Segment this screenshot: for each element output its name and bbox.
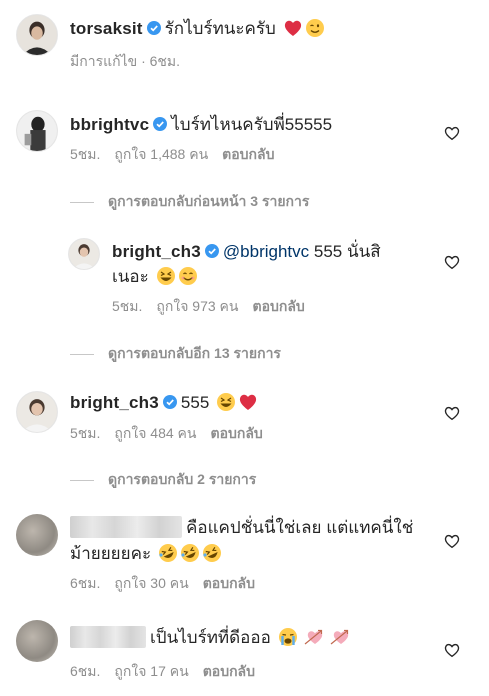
view-replies-label: ดูการตอบกลับ 2 รายการ xyxy=(108,471,257,487)
grinning-squinting-face-emoji xyxy=(156,266,176,286)
heart-outline-icon[interactable] xyxy=(443,124,461,142)
verified-badge-icon xyxy=(146,21,161,35)
loudly-crying-face-emoji xyxy=(278,627,298,647)
divider-line xyxy=(70,479,94,481)
comment-username[interactable]: bbrightvc xyxy=(70,115,149,134)
verified-badge-icon xyxy=(204,244,219,258)
comment-likes[interactable]: ถูกใจ 1,488 คน xyxy=(114,146,208,162)
verified-badge-icon xyxy=(153,117,168,131)
avatar[interactable] xyxy=(16,514,58,556)
post-caption: torsaksit รักไบร์ทนะครับ xyxy=(70,17,325,41)
comment-text: 555 xyxy=(180,393,210,412)
comment-text: ม้ายยยยคะ xyxy=(70,544,152,563)
red-heart-emoji xyxy=(238,392,258,412)
reply-text-line2: เนอะ xyxy=(112,265,198,289)
blurred-username xyxy=(70,516,182,538)
comment-meta: 6ชม. ถูกใจ 30 คน ตอบกลับ xyxy=(70,574,255,592)
avatar[interactable] xyxy=(16,14,58,56)
avatar[interactable] xyxy=(68,238,100,270)
view-more-label: ดูการตอบกลับอีก 13 รายการ xyxy=(108,345,281,361)
comment-bbrightvc: bbrightvc ไบร์ทไหนครับพี่55555 xyxy=(70,113,332,137)
heart-outline-icon[interactable] xyxy=(443,641,461,659)
divider-line xyxy=(70,353,94,355)
grinning-squinting-face-emoji xyxy=(216,392,236,412)
comment-meta: 5ชม. ถูกใจ 484 คน ตอบกลับ xyxy=(70,424,263,442)
rolling-on-floor-laughing-emoji xyxy=(202,543,222,563)
comment-meta: 6ชม. ถูกใจ 17 คน ตอบกลับ xyxy=(70,662,255,680)
reply-button[interactable]: ตอบกลับ xyxy=(222,146,274,162)
red-heart-emoji xyxy=(283,18,303,38)
view-replies-button[interactable]: ดูการตอบกลับ 2 รายการ xyxy=(70,470,256,488)
post-meta: มีการแก้ไข · 6ชม. xyxy=(70,53,181,69)
comment-time: 5ชม. xyxy=(112,298,143,314)
comment-likes[interactable]: ถูกใจ 973 คน xyxy=(156,298,238,314)
heart-outline-icon[interactable] xyxy=(443,532,461,550)
reply-button[interactable]: ตอบกลับ xyxy=(203,575,255,591)
comment-meta: 5ชม. ถูกใจ 1,488 คน ตอบกลับ xyxy=(70,145,275,163)
comment-time: 5ชม. xyxy=(70,146,101,162)
comment-meta: 5ชม. ถูกใจ 973 คน ตอบกลับ xyxy=(112,297,305,315)
reply-button[interactable]: ตอบกลับ xyxy=(203,663,255,679)
comment-username[interactable]: bright_ch3 xyxy=(112,242,201,261)
view-more-replies-button[interactable]: ดูการตอบกลับอีก 13 รายการ xyxy=(70,344,281,362)
verified-badge-icon xyxy=(162,395,177,409)
comment-time: 6ชม. xyxy=(70,663,101,679)
comment-text: คือแคปชั่นนี่ใช่เลย แต่แทคนี่ใช่ xyxy=(186,516,413,540)
comment-time: 6ชม. xyxy=(70,575,101,591)
comment-bright-ch3: bright_ch3 555 xyxy=(70,391,258,415)
rolling-on-floor-laughing-emoji xyxy=(158,543,178,563)
comment-time: 5ชม. xyxy=(70,425,101,441)
reply-bright-ch3: bright_ch3 @bbrightvc 555 นั่นสิ xyxy=(112,240,381,264)
blurred-username xyxy=(70,626,146,648)
view-previous-label: ดูการตอบกลับก่อนหน้า 3 รายการ xyxy=(108,193,310,209)
reply-button[interactable]: ตอบกลับ xyxy=(252,298,304,314)
comment-likes[interactable]: ถูกใจ 30 คน xyxy=(114,575,188,591)
heart-outline-icon[interactable] xyxy=(443,253,461,271)
comment-text-line2: ม้ายยยยคะ xyxy=(70,542,222,566)
avatar[interactable] xyxy=(16,391,58,433)
comment-text: เป็นไบร์ทที่ดีอออ xyxy=(150,626,350,650)
avatar[interactable] xyxy=(16,110,58,152)
comment-text-line1: เป็นไบร์ทที่ดีอออ xyxy=(150,628,271,647)
comment-text: 555 นั่นสิ xyxy=(309,242,381,261)
comment-text: ไบร์ทไหนครับพี่55555 xyxy=(171,115,333,134)
heart-with-arrow-emoji xyxy=(330,627,350,647)
winking-face-emoji xyxy=(305,18,325,38)
divider-line xyxy=(70,201,94,203)
comment-likes[interactable]: ถูกใจ 484 คน xyxy=(114,425,196,441)
heart-outline-icon[interactable] xyxy=(443,404,461,422)
rolling-on-floor-laughing-emoji xyxy=(180,543,200,563)
comment-likes[interactable]: ถูกใจ 17 คน xyxy=(114,663,188,679)
view-previous-replies-button[interactable]: ดูการตอบกลับก่อนหน้า 3 รายการ xyxy=(70,192,309,210)
comment-text: เนอะ xyxy=(112,267,149,286)
comment-username[interactable]: bright_ch3 xyxy=(70,393,159,412)
avatar[interactable] xyxy=(16,620,58,662)
reply-button[interactable]: ตอบกลับ xyxy=(210,425,262,441)
comment-text-line1: คือแคปชั่นนี่ใช่เลย แต่แทคนี่ใช่ xyxy=(186,518,414,537)
post-username[interactable]: torsaksit xyxy=(70,19,143,38)
smiling-face-emoji xyxy=(178,266,198,286)
caption-text: รักไบร์ทนะครับ xyxy=(164,19,276,38)
heart-with-arrow-emoji xyxy=(304,627,324,647)
mention-link[interactable]: @bbrightvc xyxy=(223,242,309,261)
